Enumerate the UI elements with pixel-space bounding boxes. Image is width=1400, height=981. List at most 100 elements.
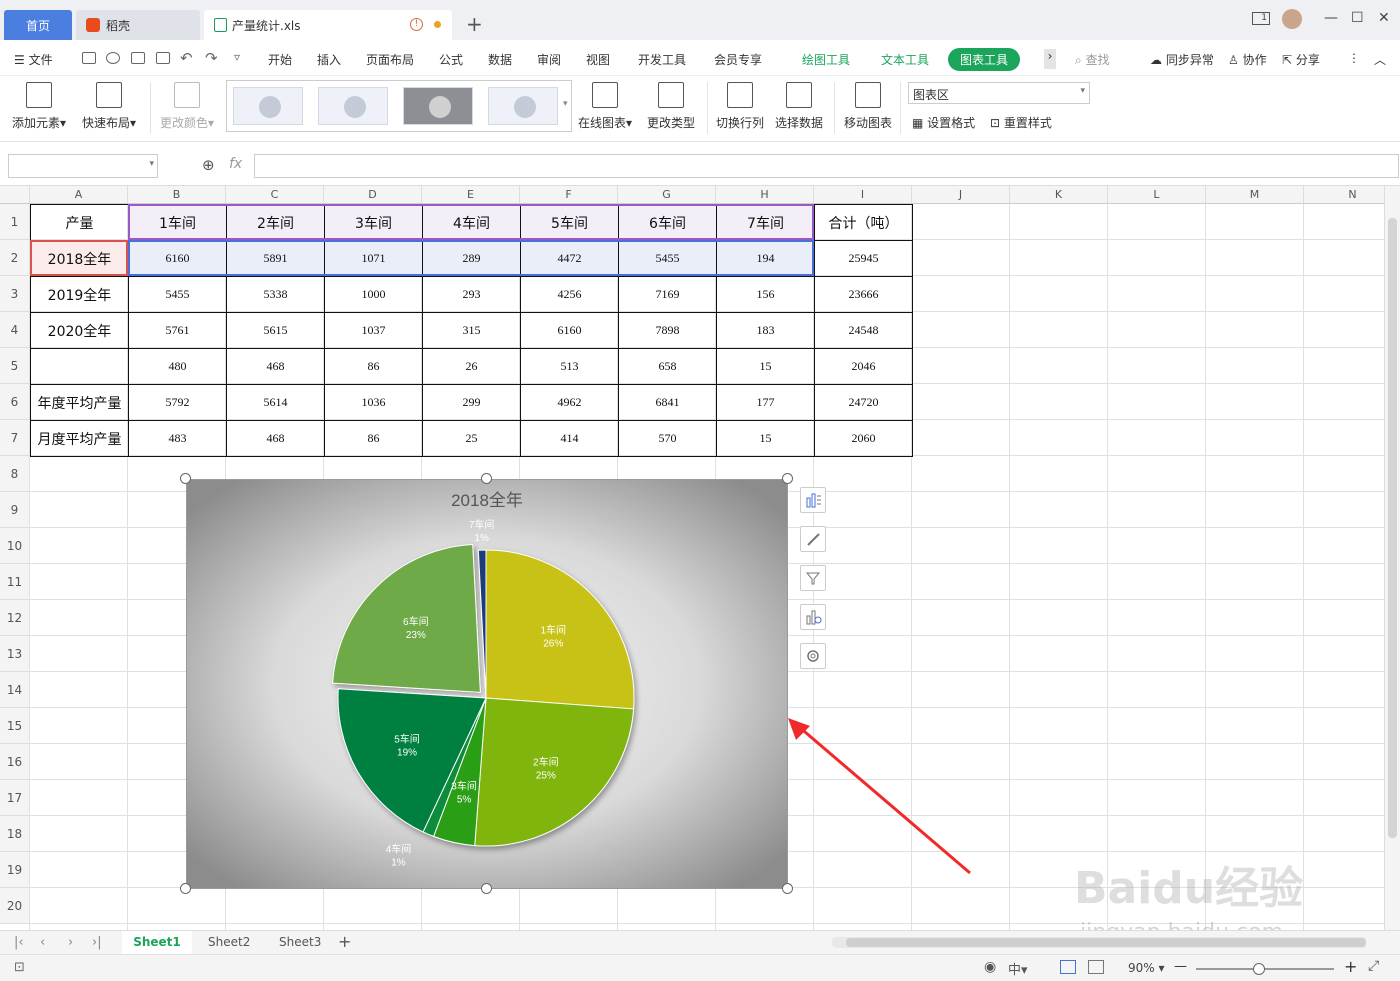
column-header[interactable]: H [716, 186, 814, 204]
input-method-icon[interactable]: 中▾ [1008, 959, 1028, 978]
table-cell[interactable]: 1037 [324, 312, 423, 349]
table-cell[interactable]: 5792 [128, 384, 227, 421]
print-icon[interactable] [131, 52, 145, 64]
row-header[interactable]: 17 [0, 780, 30, 816]
menu-page-layout[interactable]: 页面布局 [366, 51, 414, 68]
table-cell[interactable]: 183 [716, 312, 815, 349]
last-sheet-icon[interactable]: ›| [92, 935, 102, 950]
table-cell[interactable]: 25945 [814, 240, 913, 277]
row-header[interactable]: 4 [0, 312, 30, 348]
export-icon[interactable] [106, 52, 120, 64]
zoom-slider[interactable] [1196, 963, 1334, 975]
chart-style-gallery[interactable]: ▾ [226, 80, 572, 132]
sheet-tab-3[interactable]: Sheet3 [279, 935, 321, 949]
add-sheet-button[interactable]: + [338, 932, 351, 951]
chart-style-thumb-2[interactable] [318, 87, 388, 125]
quick-layout-button[interactable]: 快速布局▾ [82, 80, 136, 131]
row-header[interactable]: 15 [0, 708, 30, 744]
add-element-button[interactable]: 添加元素▾ [12, 80, 66, 131]
table-cell[interactable]: 299 [422, 384, 521, 421]
online-chart-side-icon[interactable] [800, 604, 826, 630]
resize-handle[interactable] [180, 883, 191, 894]
table-cell[interactable]: 26 [422, 348, 521, 385]
table-cell[interactable]: 5615 [226, 312, 325, 349]
column-header[interactable]: J [912, 186, 1010, 204]
menu-more-arrow-icon[interactable]: › [1044, 49, 1056, 69]
maximize-button[interactable]: ☐ [1351, 10, 1364, 26]
column-header[interactable]: L [1108, 186, 1206, 204]
table-header-cell[interactable]: 产量 [30, 204, 129, 241]
column-header[interactable]: I [814, 186, 912, 204]
vertical-scroll-thumb[interactable] [1388, 218, 1397, 838]
close-button[interactable]: ✕ [1378, 10, 1390, 26]
row-header[interactable]: 12 [0, 600, 30, 636]
menu-member[interactable]: 会员专享 [714, 51, 762, 68]
column-header[interactable]: B [128, 186, 226, 204]
prev-sheet-icon[interactable]: ‹ [40, 935, 45, 950]
table-cell[interactable]: 5761 [128, 312, 227, 349]
table-cell[interactable]: 1036 [324, 384, 423, 421]
table-cell[interactable]: 月度平均产量 [30, 420, 129, 457]
row-header[interactable]: 20 [0, 888, 30, 924]
row-header[interactable]: 2 [0, 240, 30, 276]
formula-input[interactable] [254, 154, 1399, 178]
row-header[interactable]: 7 [0, 420, 30, 456]
table-cell[interactable]: 7898 [618, 312, 717, 349]
table-cell[interactable]: 24548 [814, 312, 913, 349]
resize-handle[interactable] [481, 883, 492, 894]
search-box[interactable]: ⌕ 查找 [1075, 51, 1110, 68]
row-header[interactable]: 11 [0, 564, 30, 600]
table-cell[interactable]: 7169 [618, 276, 717, 313]
menu-file[interactable]: ☰ 文件 [14, 51, 53, 68]
change-type-button[interactable]: 更改类型 [647, 80, 695, 131]
next-sheet-icon[interactable]: › [68, 935, 73, 950]
column-header[interactable]: G [618, 186, 716, 204]
more-menu-icon[interactable]: ⋮ [1348, 51, 1360, 65]
chart-title[interactable]: 2018全年 [451, 491, 523, 510]
sync-status[interactable]: ☁ 同步异常 [1150, 51, 1214, 68]
table-cell[interactable]: 6160 [520, 312, 619, 349]
row-header[interactable]: 14 [0, 672, 30, 708]
macro-record-icon[interactable]: ⊡ [14, 960, 25, 975]
tab-home[interactable]: 首页 [4, 10, 72, 40]
row-header[interactable]: 9 [0, 492, 30, 528]
column-header[interactable]: N [1304, 186, 1384, 204]
change-color-button[interactable]: 更改颜色▾ [160, 80, 214, 131]
chart-element-select[interactable]: 图表区 ▾ [908, 82, 1090, 104]
menu-formula[interactable]: 公式 [439, 51, 463, 68]
select-data-button[interactable]: 选择数据 [775, 80, 823, 131]
column-header[interactable]: E [422, 186, 520, 204]
table-cell[interactable]: 2020全年 [30, 312, 129, 349]
avatar[interactable] [1282, 9, 1302, 29]
menu-insert[interactable]: 插入 [317, 51, 341, 68]
column-header[interactable]: A [30, 186, 128, 204]
chart-style-thumb-4[interactable] [488, 87, 558, 125]
select-all-corner[interactable] [0, 186, 30, 204]
chart-settings-gear-icon[interactable] [800, 643, 826, 669]
new-tab-button[interactable]: + [466, 12, 483, 36]
table-cell[interactable]: 5614 [226, 384, 325, 421]
table-cell[interactable]: 24720 [814, 384, 913, 421]
table-cell[interactable]: 86 [324, 348, 423, 385]
row-header[interactable]: 18 [0, 816, 30, 852]
table-cell[interactable]: 414 [520, 420, 619, 457]
zoom-level[interactable]: 90% ▾ [1128, 961, 1165, 975]
menu-text-tool[interactable]: 文本工具 [881, 51, 929, 68]
table-cell[interactable]: 5455 [128, 276, 227, 313]
menu-data[interactable]: 数据 [488, 51, 512, 68]
table-cell[interactable]: 2046 [814, 348, 913, 385]
zoom-slider-thumb[interactable] [1253, 963, 1265, 975]
row-header[interactable]: 3 [0, 276, 30, 312]
switch-rowcol-button[interactable]: 切换行列 [716, 80, 764, 131]
zoom-in-button[interactable]: + [1344, 957, 1357, 976]
normal-view-icon[interactable] [1060, 960, 1076, 974]
table-cell[interactable]: 177 [716, 384, 815, 421]
redo-icon[interactable]: ↷ [205, 49, 218, 67]
menu-chart-tool[interactable]: 图表工具 [948, 48, 1021, 71]
chart-style-thumb-3[interactable] [403, 87, 473, 125]
table-cell[interactable]: 293 [422, 276, 521, 313]
table-cell[interactable]: 4256 [520, 276, 619, 313]
table-cell[interactable]: 15 [716, 348, 815, 385]
chart-elements-icon[interactable] [800, 487, 826, 513]
column-header[interactable]: F [520, 186, 618, 204]
